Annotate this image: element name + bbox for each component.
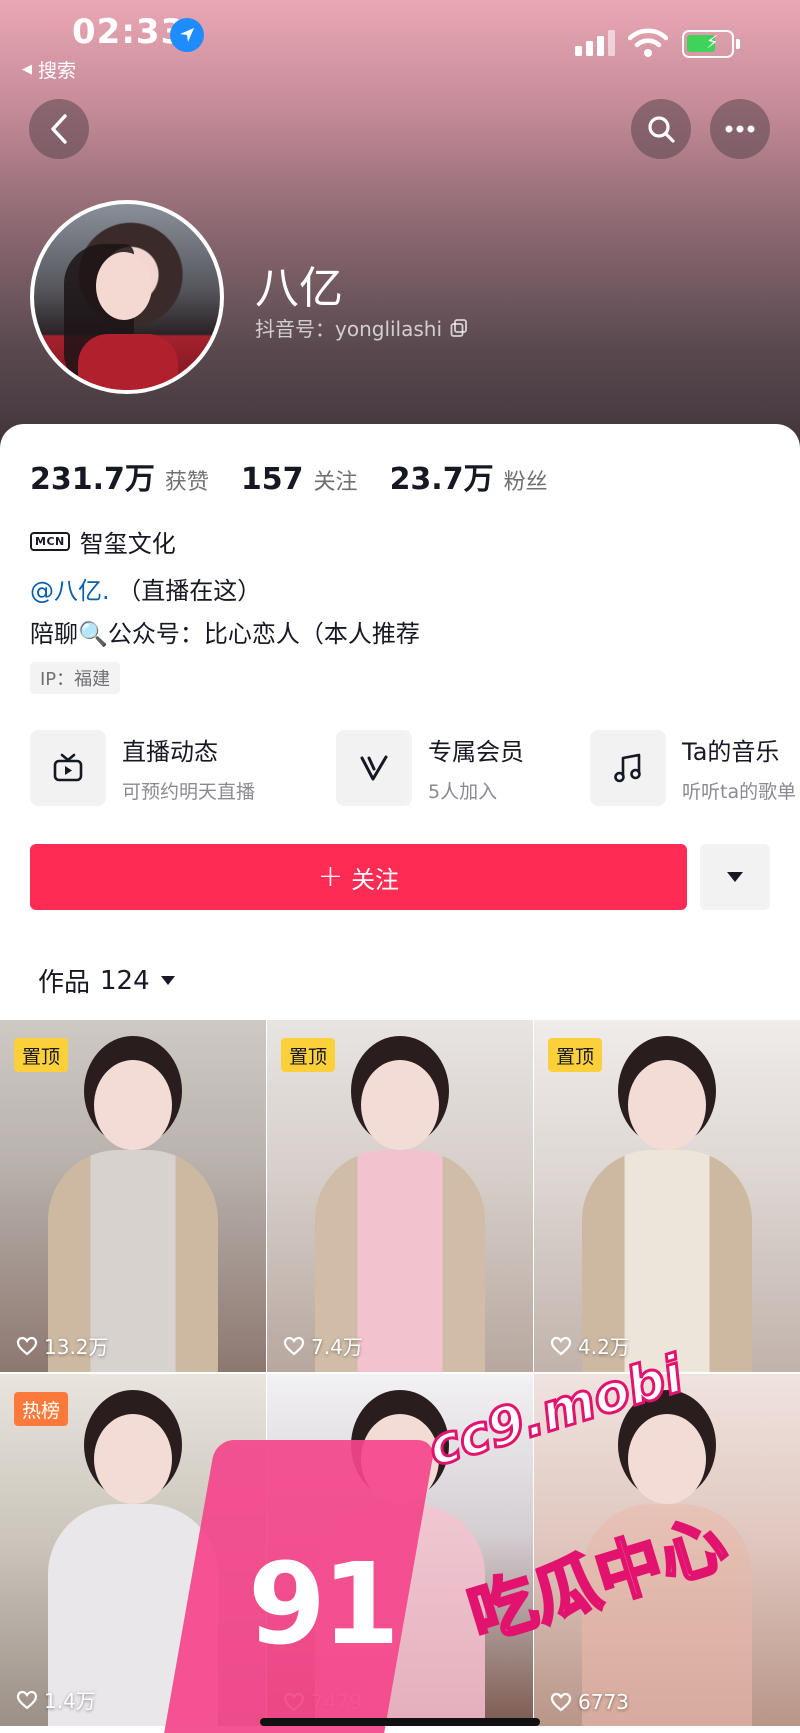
stat-following-value: 157 [240, 462, 304, 497]
mcn-badge-icon: MCN [30, 532, 70, 551]
tab-works-label: 作品 [38, 968, 91, 998]
video-likes-count: 4.2万 [578, 1335, 630, 1359]
search-icon [648, 116, 675, 143]
feature-subtitle: 听听ta的歌单 [682, 781, 797, 803]
heart-outline-icon [16, 1690, 38, 1709]
vip-v-icon [336, 730, 412, 806]
stat-likes: 231.7万 获赞 [30, 454, 209, 498]
music-note-icon [590, 730, 666, 806]
nickname: 八亿 [255, 263, 343, 314]
video-likes: 7.4万 [283, 1331, 363, 1360]
feature-title: 专属会员 [428, 738, 524, 766]
copy-icon [450, 318, 467, 337]
chevron-left-icon [51, 114, 67, 144]
video-likes-count: 1.4万 [44, 1689, 96, 1713]
caret-down-icon [727, 872, 743, 882]
video-likes: 6773 [550, 1690, 629, 1714]
cellular-signal-icon [575, 30, 615, 56]
mcn-agency[interactable]: MCN 智玺文化 [30, 524, 176, 559]
mcn-name: 智玺文化 [79, 530, 176, 558]
back-to-app[interactable]: ◀ 搜索 [22, 56, 76, 83]
feature-title: Ta的音乐 [682, 738, 780, 766]
video-likes: 1.4万 [16, 1685, 96, 1714]
profile-header: 02:33 ◀ 搜索 ⚡ 八亿 抖音号：yonglilashi [0, 0, 800, 460]
profile-stats: 231.7万 获赞 157 关注 23.7万 粉丝 [30, 454, 580, 498]
bio-line-2: 陪聊🔍公众号：比心恋人（本人推荐 [30, 620, 420, 648]
follow-button[interactable]: + 关注 [30, 844, 687, 910]
stat-followers[interactable]: 23.7万 粉丝 [390, 454, 548, 498]
feature-subtitle: 可预约明天直播 [122, 781, 256, 803]
tv-icon [30, 730, 106, 806]
tab-works-count: 124 [100, 965, 150, 996]
bio-line-1: @八亿. （直播在这） [30, 571, 261, 606]
video-likes: 4.2万 [550, 1331, 630, 1360]
more-dots-icon [725, 125, 755, 133]
heart-outline-icon [550, 1336, 572, 1355]
feature-title: 直播动态 [122, 738, 218, 766]
ip-location-chip: IP：福建 [30, 662, 121, 694]
pinned-badge: 置顶 [548, 1038, 603, 1072]
video-tile[interactable]: 置顶 4.2万 [534, 1020, 800, 1372]
feature-membership[interactable]: 专属会员 5人加入 [336, 730, 524, 806]
stat-following-label: 关注 [313, 470, 358, 495]
status-bar: 02:33 ◀ 搜索 ⚡ [0, 0, 800, 90]
battery-icon: ⚡ [682, 30, 740, 58]
video-likes-count: 6773 [578, 1690, 629, 1714]
feature-music[interactable]: Ta的音乐 听听ta的歌单 [590, 730, 796, 806]
pinned-badge: 置顶 [14, 1038, 69, 1072]
wifi-icon [628, 28, 668, 57]
home-indicator[interactable] [260, 1718, 540, 1726]
video-tile[interactable]: 置顶 13.2万 [0, 1020, 266, 1372]
bio-line-1-text: （直播在这） [117, 577, 262, 605]
status-time: 02:33 [72, 12, 186, 52]
recommend-dropdown-button[interactable] [700, 844, 770, 910]
hot-list-badge: 热榜 [14, 1392, 69, 1426]
video-likes: 13.2万 [16, 1331, 109, 1360]
stat-likes-label: 获赞 [164, 470, 209, 495]
douyin-id-text: 抖音号：yonglilashi [255, 317, 443, 341]
plus-icon: + [317, 859, 344, 894]
location-arrow-icon [170, 18, 204, 52]
feature-subtitle: 5人加入 [428, 781, 498, 803]
caret-down-icon [160, 976, 175, 985]
tab-works[interactable]: 作品 124 [38, 962, 176, 999]
back-triangle-icon: ◀ [22, 62, 32, 77]
heart-outline-icon [283, 1336, 305, 1355]
stat-followers-label: 粉丝 [503, 470, 548, 495]
heart-outline-icon [550, 1692, 572, 1712]
avatar[interactable] [30, 200, 224, 394]
stat-following[interactable]: 157 关注 [241, 462, 358, 497]
feature-live-schedule[interactable]: 直播动态 可预约明天直播 [30, 730, 255, 806]
bio-mention-link[interactable]: @八亿. [30, 577, 110, 605]
back-button[interactable] [29, 99, 89, 159]
video-likes-count: 13.2万 [44, 1335, 109, 1359]
watermark-logo-number: 91 [248, 1540, 400, 1670]
pinned-badge: 置顶 [281, 1038, 336, 1072]
stat-likes-value: 231.7万 [30, 462, 155, 497]
douyin-id[interactable]: 抖音号：yonglilashi [255, 313, 468, 342]
search-button[interactable] [631, 99, 691, 159]
video-tile[interactable]: 置顶 7.4万 [267, 1020, 533, 1372]
more-options-button[interactable] [710, 99, 770, 159]
stat-followers-value: 23.7万 [389, 462, 494, 497]
video-likes-count: 7.4万 [311, 1335, 363, 1359]
back-app-label: 搜索 [38, 60, 77, 82]
follow-button-label: 关注 [351, 865, 400, 894]
heart-outline-icon [16, 1336, 38, 1355]
